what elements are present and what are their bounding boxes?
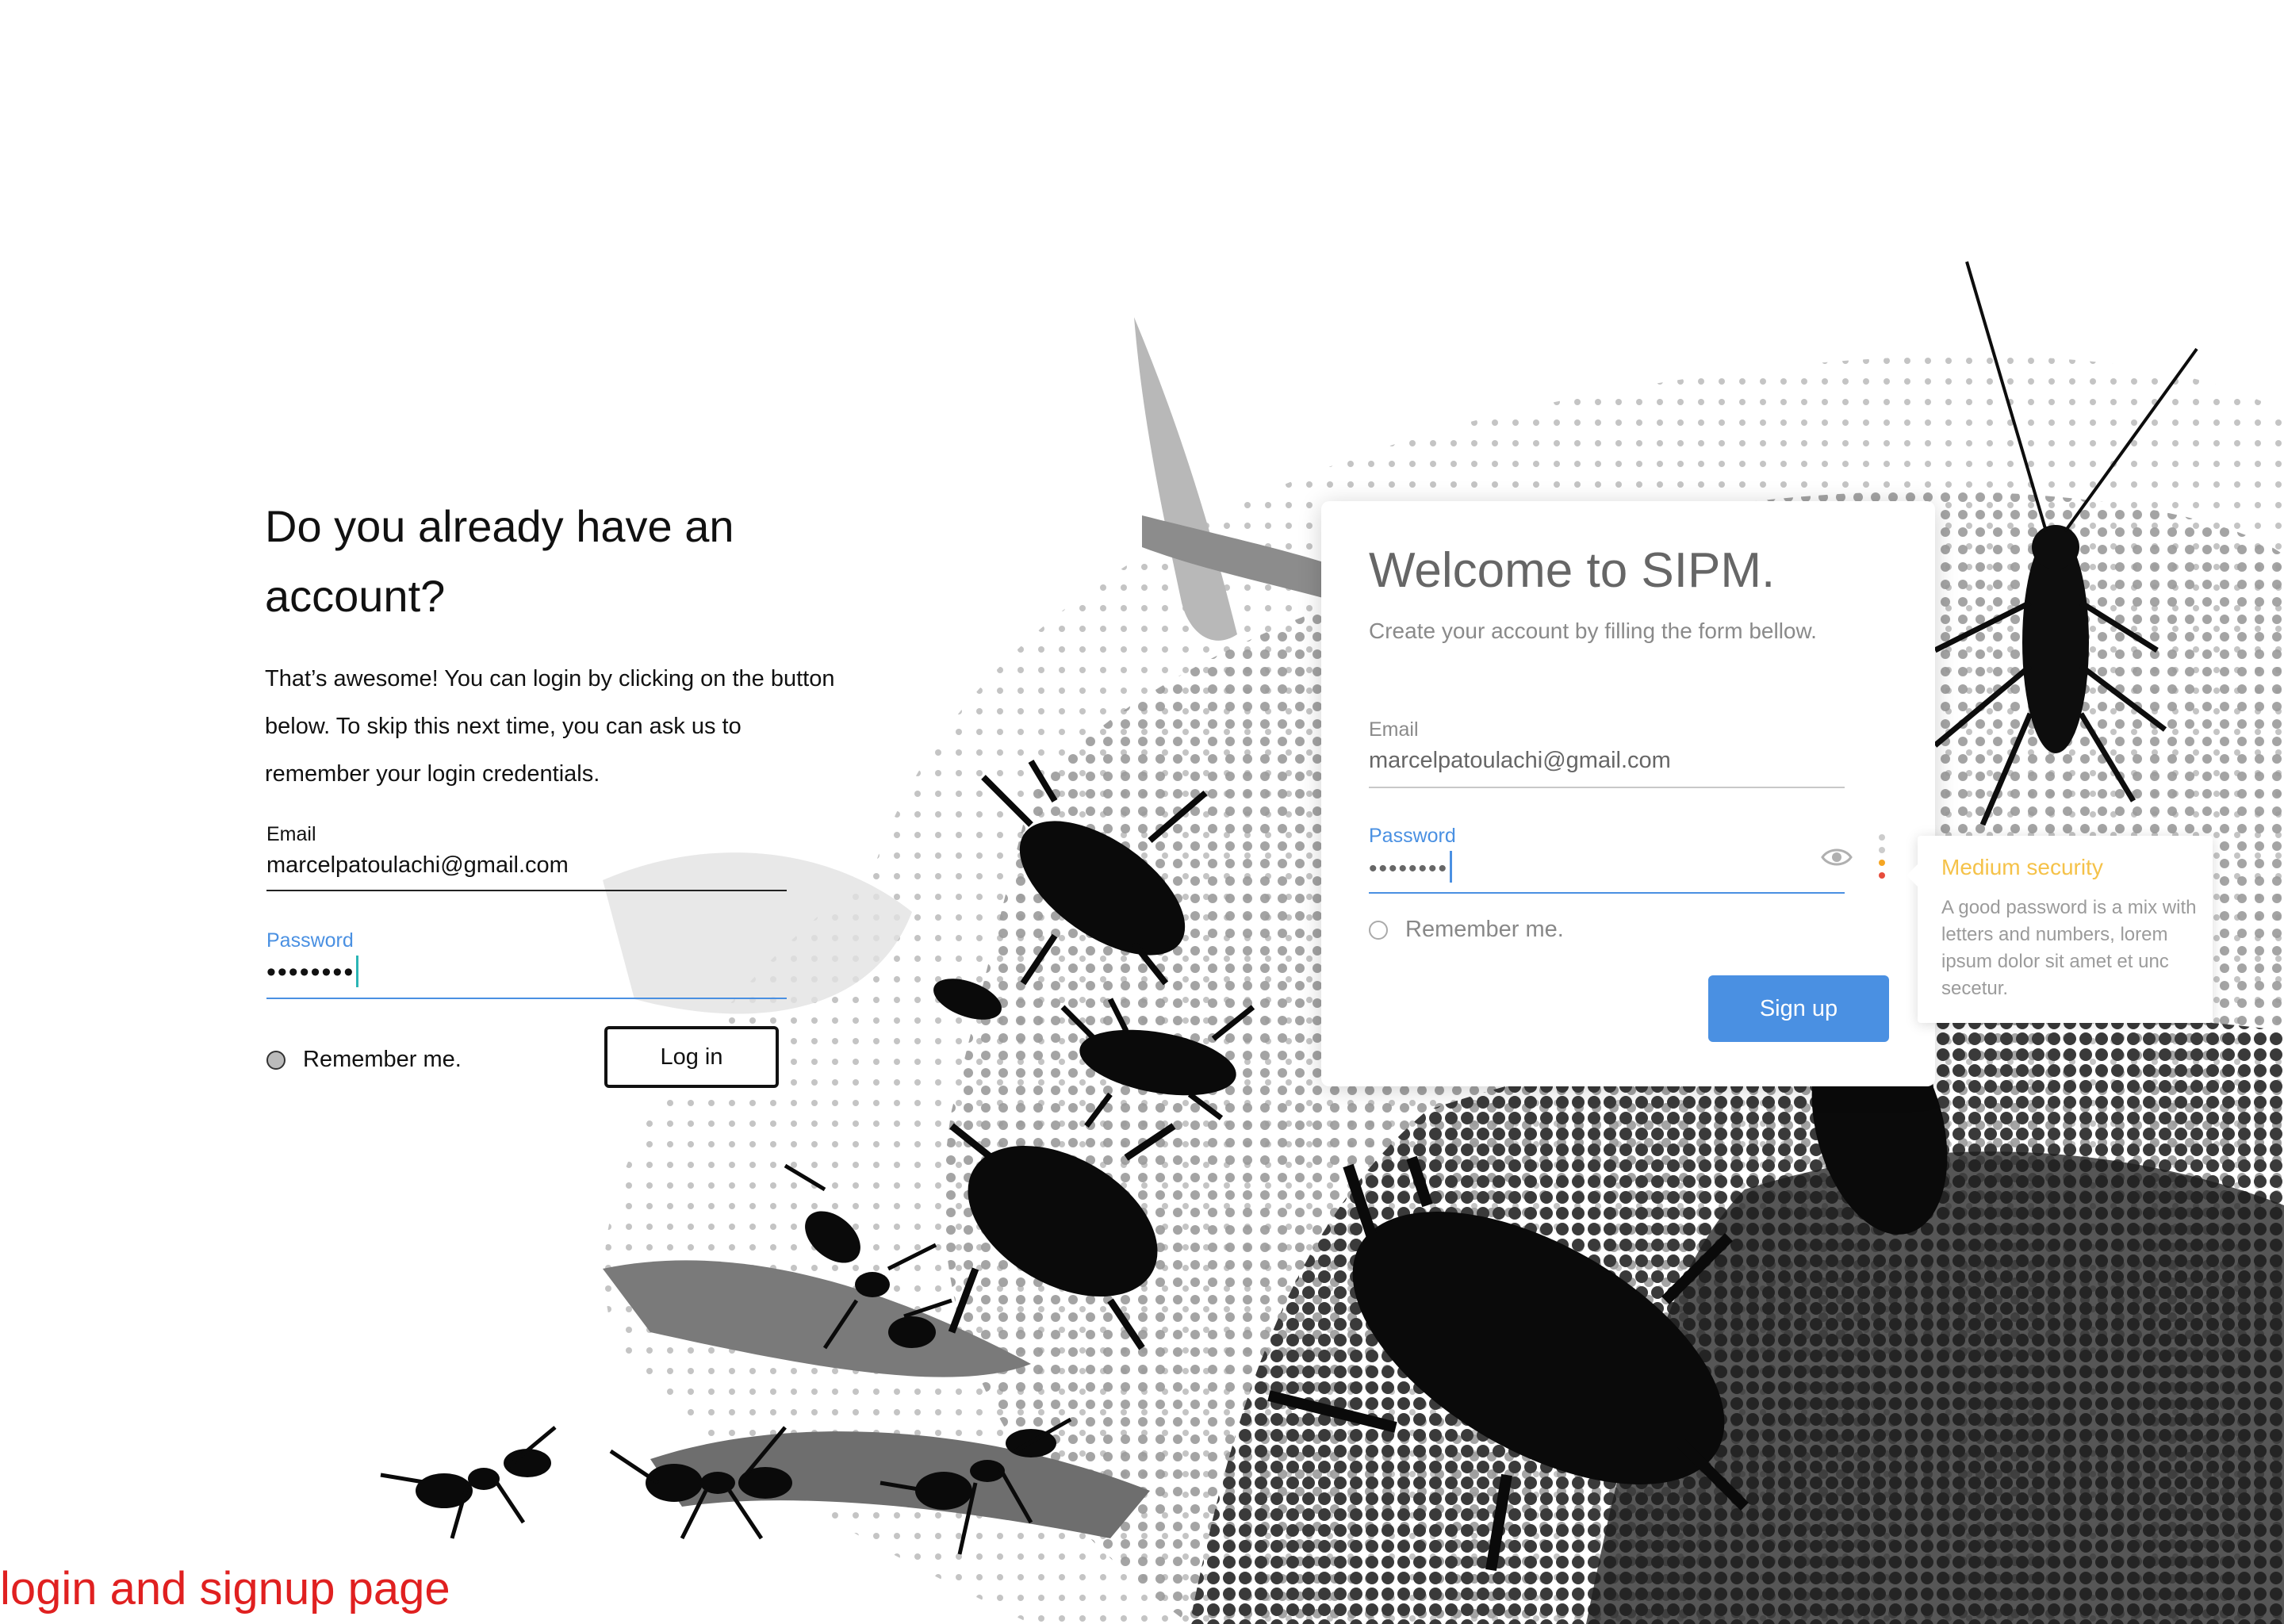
- signup-email-label: Email: [1369, 718, 1419, 741]
- eye-icon[interactable]: [1821, 845, 1853, 869]
- login-password-label: Password: [266, 929, 354, 952]
- signup-password-input[interactable]: ••••••••: [1369, 851, 1845, 894]
- login-password-field[interactable]: Password ••••••••: [266, 929, 787, 999]
- login-remember-checkbox[interactable]: Remember me.: [266, 1047, 462, 1073]
- signup-subtitle: Create your account by filling the form …: [1369, 619, 1817, 643]
- security-level-title: Medium security: [1941, 855, 2103, 879]
- login-email-field[interactable]: Email marcelpatoulachi@gmail.com: [266, 823, 787, 891]
- signup-remember-checkbox[interactable]: Remember me.: [1369, 917, 1564, 943]
- signup-email-input[interactable]: marcelpatoulachi@gmail.com: [1369, 748, 1845, 788]
- signup-title: Welcome to SIPM.: [1369, 543, 1776, 598]
- radio-icon[interactable]: [1369, 920, 1388, 940]
- login-remember-label: Remember me.: [303, 1047, 462, 1072]
- login-description: That’s awesome! You can login by clickin…: [265, 666, 835, 787]
- signup-password-field[interactable]: Password ••••••••: [1369, 825, 1845, 894]
- insect-background-artwork: [380, 261, 2284, 1624]
- signup-password-value: ••••••••: [1369, 856, 1449, 882]
- radio-icon[interactable]: [266, 1050, 286, 1070]
- security-help-text: A good password is a mix with letters an…: [1941, 897, 2197, 999]
- signup-email-field[interactable]: Email marcelpatoulachi@gmail.com: [1369, 718, 1845, 788]
- signup-button[interactable]: Sign up: [1708, 975, 1889, 1042]
- signup-card: Welcome to SIPM. Create your account by …: [1321, 501, 1935, 1086]
- login-password-value: ••••••••: [266, 957, 355, 987]
- strength-indicator-icon: [1879, 834, 1885, 879]
- text-caret: [1450, 851, 1453, 883]
- signup-password-label: Password: [1369, 825, 1456, 847]
- signup-remember-label: Remember me.: [1405, 917, 1564, 942]
- login-email-label: Email: [266, 823, 316, 845]
- page-caption: login and signup page: [0, 1563, 450, 1614]
- login-section: Do you already have an account? That’s a…: [265, 492, 836, 1088]
- login-email-input[interactable]: marcelpatoulachi@gmail.com: [266, 852, 787, 891]
- login-heading: Do you already have an account?: [265, 501, 734, 621]
- password-security-tooltip: Medium security A good password is a mix…: [1907, 836, 2213, 1023]
- text-caret: [356, 956, 359, 987]
- login-button[interactable]: Log in: [604, 1026, 779, 1088]
- login-password-input[interactable]: ••••••••: [266, 956, 787, 999]
